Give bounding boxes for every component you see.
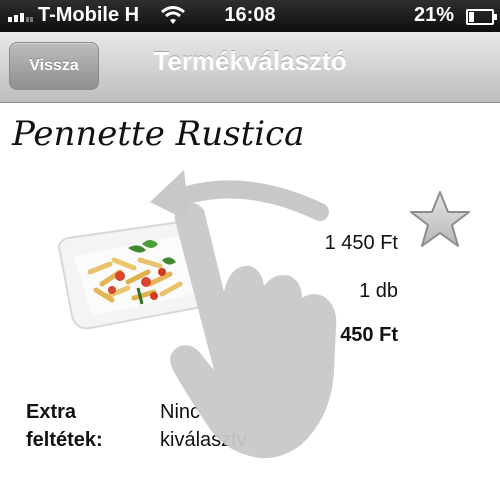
page-title: Termékválasztó	[153, 46, 347, 76]
extras-label: Extra feltétek:	[26, 401, 103, 451]
battery-icon	[466, 9, 497, 25]
extras-value: Ninc kiválasztv	[160, 401, 247, 451]
status-bar: T-Mobile H 16:08 21%	[0, 0, 500, 32]
battery-percent: 21%	[414, 4, 455, 26]
unit-price: 1 450 Ft	[324, 232, 398, 254]
dish-image	[58, 220, 210, 330]
product-name: Pennette Rustica	[12, 114, 305, 154]
battery-fill	[469, 12, 475, 22]
total-price: 450 Ft	[340, 324, 398, 346]
nav-bar: Vissza Termékválasztó	[0, 32, 500, 103]
star-icon[interactable]	[408, 188, 472, 252]
quantity: 1 db	[359, 280, 398, 302]
